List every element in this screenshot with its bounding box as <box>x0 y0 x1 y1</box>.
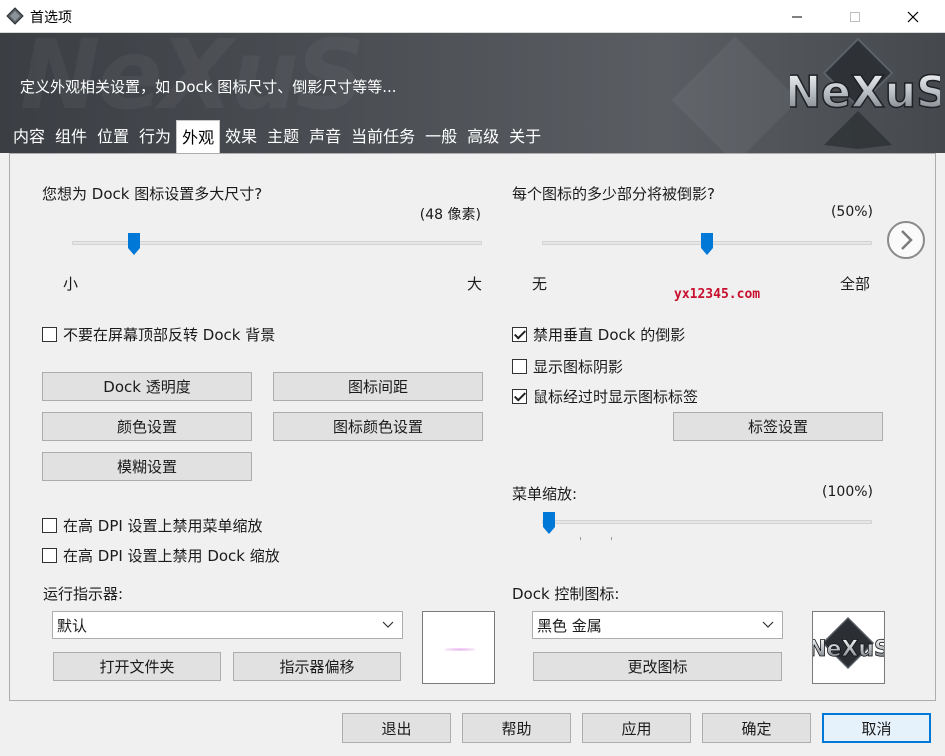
indicator-glow <box>445 648 475 651</box>
checkbox-box[interactable] <box>512 389 527 404</box>
maximize-icon <box>850 11 860 22</box>
slider-tick <box>580 537 581 540</box>
checkbox-label: 不要在屏幕顶部反转 Dock 背景 <box>63 326 276 344</box>
tab-7[interactable]: 声音 <box>304 121 346 153</box>
run-indicator-label: 运行指示器: <box>43 585 124 603</box>
title-bar: 首选项 <box>0 0 945 33</box>
chevron-down-icon <box>762 621 774 628</box>
indicator-offset-button[interactable]: 指示器偏移 <box>233 652 401 681</box>
checkbox-label: 在高 DPI 设置上禁用 Dock 缩放 <box>63 547 280 565</box>
chevron-down-icon <box>382 621 394 628</box>
checkbox-label: 鼠标经过时显示图标标签 <box>533 388 699 406</box>
select-value: 默认 <box>57 616 88 635</box>
reflection-min-label: 无 <box>532 275 548 293</box>
dock-control-icon-preview: NeXuS <box>808 611 890 684</box>
close-icon <box>907 11 919 22</box>
label-settings-button[interactable]: 标签设置 <box>673 412 883 441</box>
icon-size-question: 您想为 Dock 图标设置多大尺寸? <box>42 185 263 203</box>
checkbox-no-flip-top[interactable]: 不要在屏幕顶部反转 Dock 背景 <box>42 324 275 345</box>
apply-button[interactable]: 应用 <box>582 713 691 743</box>
checkbox-show-label-on-hover[interactable]: 鼠标经过时显示图标标签 <box>512 386 698 407</box>
slider-tick <box>611 537 612 540</box>
icon-size-min-label: 小 <box>63 275 79 293</box>
dock-control-icon-label: Dock 控制图标: <box>512 585 620 603</box>
icon-color-settings-button[interactable]: 图标颜色设置 <box>273 412 483 441</box>
dock-control-icon-select[interactable]: 黑色 金属 <box>532 611 783 639</box>
svg-text:NeXuS: NeXuS <box>790 67 940 118</box>
tab-6[interactable]: 主题 <box>262 121 304 153</box>
open-folder-button[interactable]: 打开文件夹 <box>53 652 221 681</box>
tab-10[interactable]: 高级 <box>462 121 504 153</box>
icon-size-max-label: 大 <box>467 275 483 293</box>
checkbox-box[interactable] <box>42 548 57 563</box>
help-button[interactable]: 帮助 <box>462 713 571 743</box>
icon-size-slider-thumb[interactable] <box>127 233 140 255</box>
nexus-diamond-icon <box>6 7 24 25</box>
checkbox-disable-dock-scaling[interactable]: 在高 DPI 设置上禁用 Dock 缩放 <box>42 545 280 566</box>
run-indicator-preview <box>422 611 495 684</box>
minimize-icon <box>792 16 802 17</box>
icon-size-value: (48 像素) <box>419 207 481 223</box>
nexus-logo-icon: NeXuS <box>808 616 890 670</box>
exit-button[interactable]: 退出 <box>342 713 451 743</box>
checkbox-box[interactable] <box>512 327 527 342</box>
reflection-max-label: 全部 <box>840 275 871 293</box>
banner-decoration <box>671 36 799 153</box>
cancel-button[interactable]: 取消 <box>822 713 931 743</box>
select-value: 黑色 金属 <box>537 616 602 635</box>
reflection-question: 每个图标的多少部分将被倒影? <box>512 185 715 203</box>
color-settings-button[interactable]: 颜色设置 <box>42 412 252 441</box>
tab-2[interactable]: 位置 <box>92 121 134 153</box>
nexus-logo: NeXuS <box>790 37 940 149</box>
tab-0[interactable]: 内容 <box>8 121 50 153</box>
tab-11[interactable]: 关于 <box>504 121 546 153</box>
dock-transparency-button[interactable]: Dock 透明度 <box>42 372 252 401</box>
ok-button[interactable]: 确定 <box>702 713 811 743</box>
checkbox-show-icon-shadow[interactable]: 显示图标阴影 <box>512 356 623 377</box>
menu-scale-slider-track[interactable] <box>542 520 872 524</box>
menu-scale-label: 菜单缩放: <box>512 485 578 503</box>
minimize-button[interactable] <box>768 0 826 33</box>
tab-8[interactable]: 当前任务 <box>346 121 420 153</box>
checkbox-box[interactable] <box>512 359 527 374</box>
menu-scale-value: (100%) <box>822 484 873 500</box>
reflection-slider-thumb[interactable] <box>701 233 713 255</box>
change-icon-button[interactable]: 更改图标 <box>533 652 782 681</box>
checkbox-label: 禁用垂直 Dock 的倒影 <box>533 326 686 344</box>
maximize-button[interactable] <box>826 0 884 33</box>
reflection-value: (50%) <box>830 204 873 220</box>
close-button[interactable] <box>884 0 942 33</box>
tab-1[interactable]: 组件 <box>50 121 92 153</box>
banner-description: 定义外观相关设置，如 Dock 图标尺寸、倒影尺寸等等... <box>20 78 397 96</box>
tab-bar: 内容 组件 位置 行为 外观 效果 主题 声音 当前任务 一般 高级 关于 <box>8 120 546 153</box>
appearance-panel: 您想为 Dock 图标设置多大尺寸? (48 像素) 小 大 每个图标的多少部分… <box>9 153 936 701</box>
icon-spacing-button[interactable]: 图标间距 <box>273 372 483 401</box>
checkbox-disable-vertical-reflection[interactable]: 禁用垂直 Dock 的倒影 <box>512 324 685 345</box>
tab-3[interactable]: 行为 <box>134 121 176 153</box>
checkbox-label: 在高 DPI 设置上禁用菜单缩放 <box>63 517 263 535</box>
checkbox-label: 显示图标阴影 <box>533 358 624 376</box>
checkbox-box[interactable] <box>42 327 57 342</box>
tab-4[interactable]: 外观 <box>176 120 221 153</box>
tab-5[interactable]: 效果 <box>220 121 262 153</box>
menu-scale-slider-thumb[interactable] <box>542 512 555 534</box>
svg-text:NeXuS: NeXuS <box>813 637 884 662</box>
checkbox-box[interactable] <box>42 518 57 533</box>
site-watermark: yx12345.com <box>674 287 761 302</box>
checkbox-disable-menu-scaling[interactable]: 在高 DPI 设置上禁用菜单缩放 <box>42 515 263 536</box>
window-title: 首选项 <box>30 10 72 26</box>
run-indicator-select[interactable]: 默认 <box>52 611 403 639</box>
blur-settings-button[interactable]: 模糊设置 <box>42 452 252 481</box>
next-page-arrow-icon[interactable] <box>886 220 926 260</box>
tab-9[interactable]: 一般 <box>420 121 462 153</box>
